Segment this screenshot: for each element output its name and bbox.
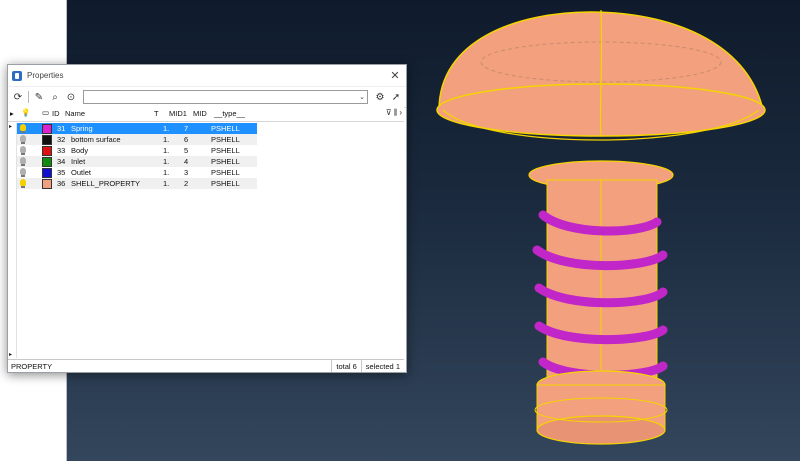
row-name: bottom surface (71, 135, 121, 144)
row-name: SHELL_PROPERTY (71, 179, 141, 188)
row-name: Outlet (71, 168, 92, 177)
column-header-mid[interactable]: MID (193, 109, 207, 118)
header-visibility-icon[interactable]: 💡 (21, 108, 30, 117)
status-bar: PROPERTY total 6 selected 1 (8, 359, 404, 372)
column-header-type[interactable]: __type__ (214, 109, 245, 118)
row-name: Spring (71, 124, 93, 133)
lightbulb-icon[interactable] (20, 135, 26, 144)
toolbar: ⟳ ✎ ⌕ ⊙ ⌄ ⚙ ➚ (8, 87, 406, 108)
column-header-name[interactable]: Name (65, 109, 85, 118)
refresh-icon[interactable]: ⟳ (11, 90, 25, 104)
row-expand-icon[interactable]: ▸ (9, 123, 12, 130)
row-id: 32 (57, 135, 66, 144)
pin-icon[interactable]: ✎ (32, 90, 46, 104)
color-swatch[interactable] (42, 135, 52, 145)
cursor-icon[interactable]: ➚ (389, 90, 403, 104)
row-id: 35 (57, 168, 66, 177)
row-mid: PSHELL (211, 124, 240, 133)
row-t: 1. (163, 146, 170, 155)
columns-icon[interactable]: ⫼ (394, 108, 398, 118)
app-icon (12, 70, 22, 81)
properties-grid: ▸ 💡 ▭ ID Name T MID1 MID __type__ ⊽ ⫼ › … (8, 107, 404, 358)
row-mid: PSHELL (211, 168, 240, 177)
close-icon[interactable]: ✕ (388, 69, 402, 82)
stem (546, 179, 658, 381)
row-name: Body (71, 146, 89, 155)
row-mid: PSHELL (211, 146, 240, 155)
status-selected: selected 1 (360, 360, 404, 372)
row-id: 31 (57, 124, 66, 133)
search-input[interactable]: ⌄ (83, 90, 368, 104)
row-mid: PSHELL (211, 135, 240, 144)
row-t: 1. (163, 157, 170, 166)
rail-scroll-icon[interactable]: ▸ (9, 351, 12, 358)
toolbar-separator (28, 91, 29, 103)
row-id: 34 (57, 157, 66, 166)
table-header: ▸ 💡 ▭ ID Name T MID1 MID __type__ ⊽ ⫼ › (8, 107, 404, 122)
column-header-mid1[interactable]: MID1 (169, 109, 187, 118)
color-swatch[interactable] (42, 168, 52, 178)
table-row[interactable]: 31 Spring 1. 7 PSHELL (17, 123, 257, 134)
row-name: Inlet (71, 157, 86, 166)
table-row[interactable]: 32 bottom surface 1. 6 PSHELL (17, 134, 257, 145)
window-title: Properties (27, 71, 64, 80)
table-row[interactable]: 34 Inlet 1. 4 PSHELL (17, 156, 257, 167)
row-t: 1. (163, 124, 170, 133)
status-entity: PROPERTY (11, 361, 53, 371)
header-id-icon[interactable]: ID (52, 109, 60, 118)
row-mid1: 4 (184, 157, 189, 166)
lightbulb-icon[interactable] (20, 179, 26, 188)
table-row[interactable]: 33 Body 1. 5 PSHELL (17, 145, 257, 156)
settings-icon[interactable]: ⚙ (373, 90, 387, 104)
lightbulb-icon[interactable] (20, 157, 26, 166)
row-id: 33 (57, 146, 66, 155)
row-mid1: 7 (184, 124, 189, 133)
table-row[interactable]: 35 Outlet 1. 3 PSHELL (17, 167, 257, 178)
row-id: 36 (57, 179, 66, 188)
color-swatch[interactable] (42, 146, 52, 156)
chevron-down-icon[interactable]: ⌄ (359, 93, 365, 101)
window-titlebar[interactable]: Properties ✕ (8, 65, 406, 87)
row-mid: PSHELL (211, 179, 240, 188)
status-total: total 6 (331, 360, 360, 372)
lightbulb-icon[interactable] (20, 146, 26, 155)
row-mid: PSHELL (211, 157, 240, 166)
table-body: 31 Spring 1. 7 PSHELL 32 bottom surface … (17, 123, 257, 189)
row-mid1: 3 (184, 168, 189, 177)
header-expand-icon[interactable]: ▸ (10, 109, 14, 118)
row-mid1: 2 (184, 179, 189, 188)
color-swatch[interactable] (42, 124, 52, 134)
color-swatch[interactable] (42, 157, 52, 167)
properties-window[interactable]: Properties ✕ ⟳ ✎ ⌕ ⊙ ⌄ ⚙ ➚ ▸ 💡 ▭ ID Name… (7, 64, 407, 373)
row-mid1: 5 (184, 146, 189, 155)
filter-icon[interactable]: ⊽ (386, 108, 392, 118)
column-header-t[interactable]: T (154, 109, 159, 118)
row-mid1: 6 (184, 135, 189, 144)
chevron-right-icon[interactable]: › (399, 108, 402, 118)
lightbulb-icon[interactable] (20, 168, 26, 177)
table-row[interactable]: 36 SHELL_PROPERTY 1. 2 PSHELL (17, 178, 257, 189)
row-t: 1. (163, 168, 170, 177)
header-color-icon[interactable]: ▭ (42, 108, 49, 117)
grid-tools: ⊽ ⫼ › (386, 108, 402, 118)
left-rail: ▸ ▸ (8, 123, 17, 358)
search-icon[interactable]: ⊙ (64, 90, 78, 104)
row-t: 1. (163, 135, 170, 144)
row-t: 1. (163, 179, 170, 188)
find-icon[interactable]: ⌕ (48, 90, 62, 104)
color-swatch[interactable] (42, 179, 52, 189)
lightbulb-icon[interactable] (20, 124, 26, 133)
